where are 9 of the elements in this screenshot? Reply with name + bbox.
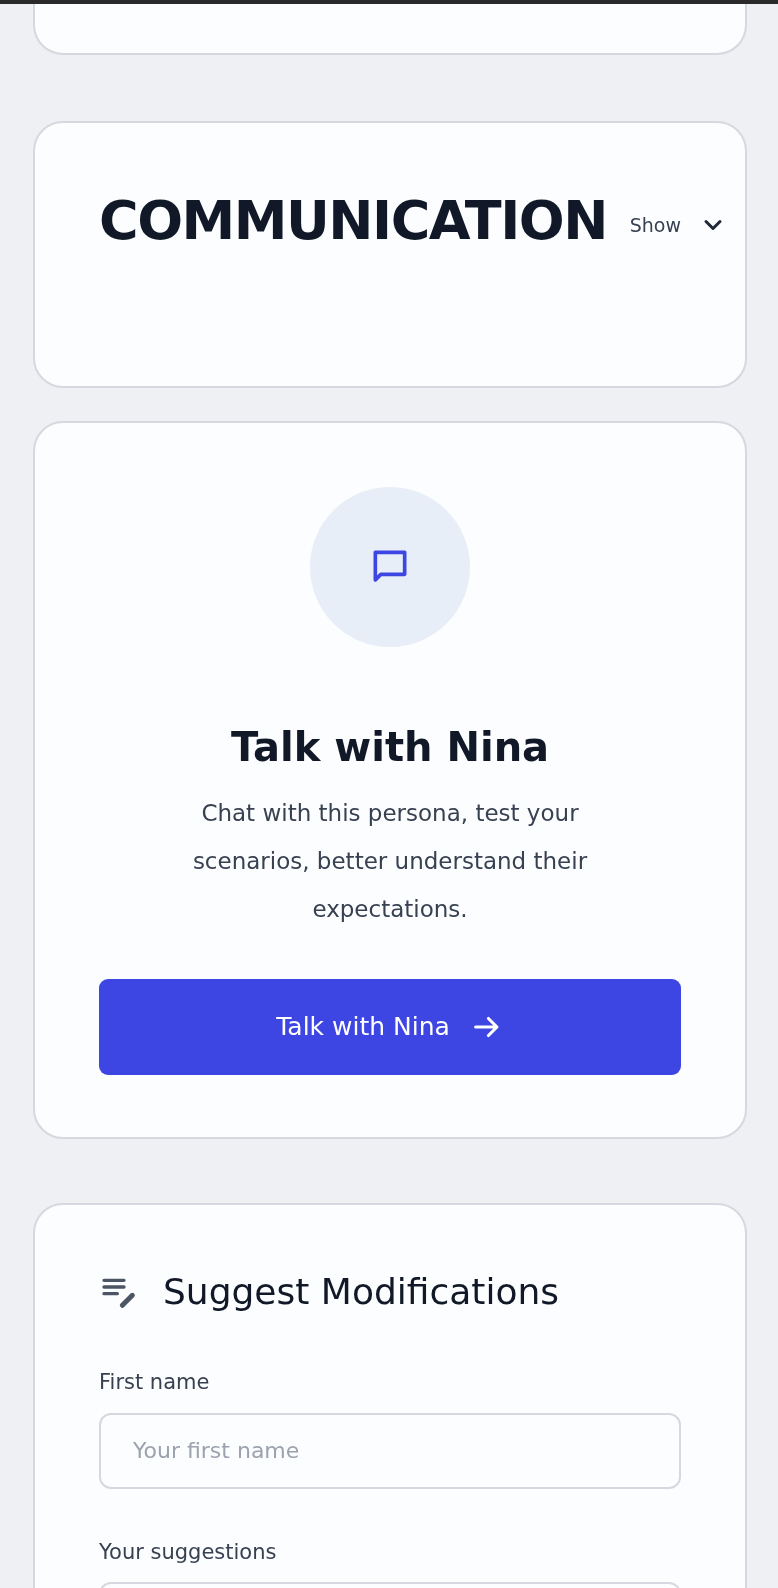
field-label: First name <box>99 1369 211 1396</box>
card-description: Chat with this persona, test your scenarios, better understand their expectations. <box>191 799 589 924</box>
field-label: Your suggestions <box>99 1538 278 1566</box>
section-title: COMMUNICATION <box>99 189 607 254</box>
show-toggle[interactable]: Show <box>629 211 727 240</box>
talk-button[interactable]: Talk with Nina <box>99 979 681 1075</box>
form-title: Suggest Modifications <box>163 1270 560 1314</box>
input-field[interactable]: Your first name <box>99 1412 681 1489</box>
card-title: Talk with Nina <box>229 723 551 772</box>
